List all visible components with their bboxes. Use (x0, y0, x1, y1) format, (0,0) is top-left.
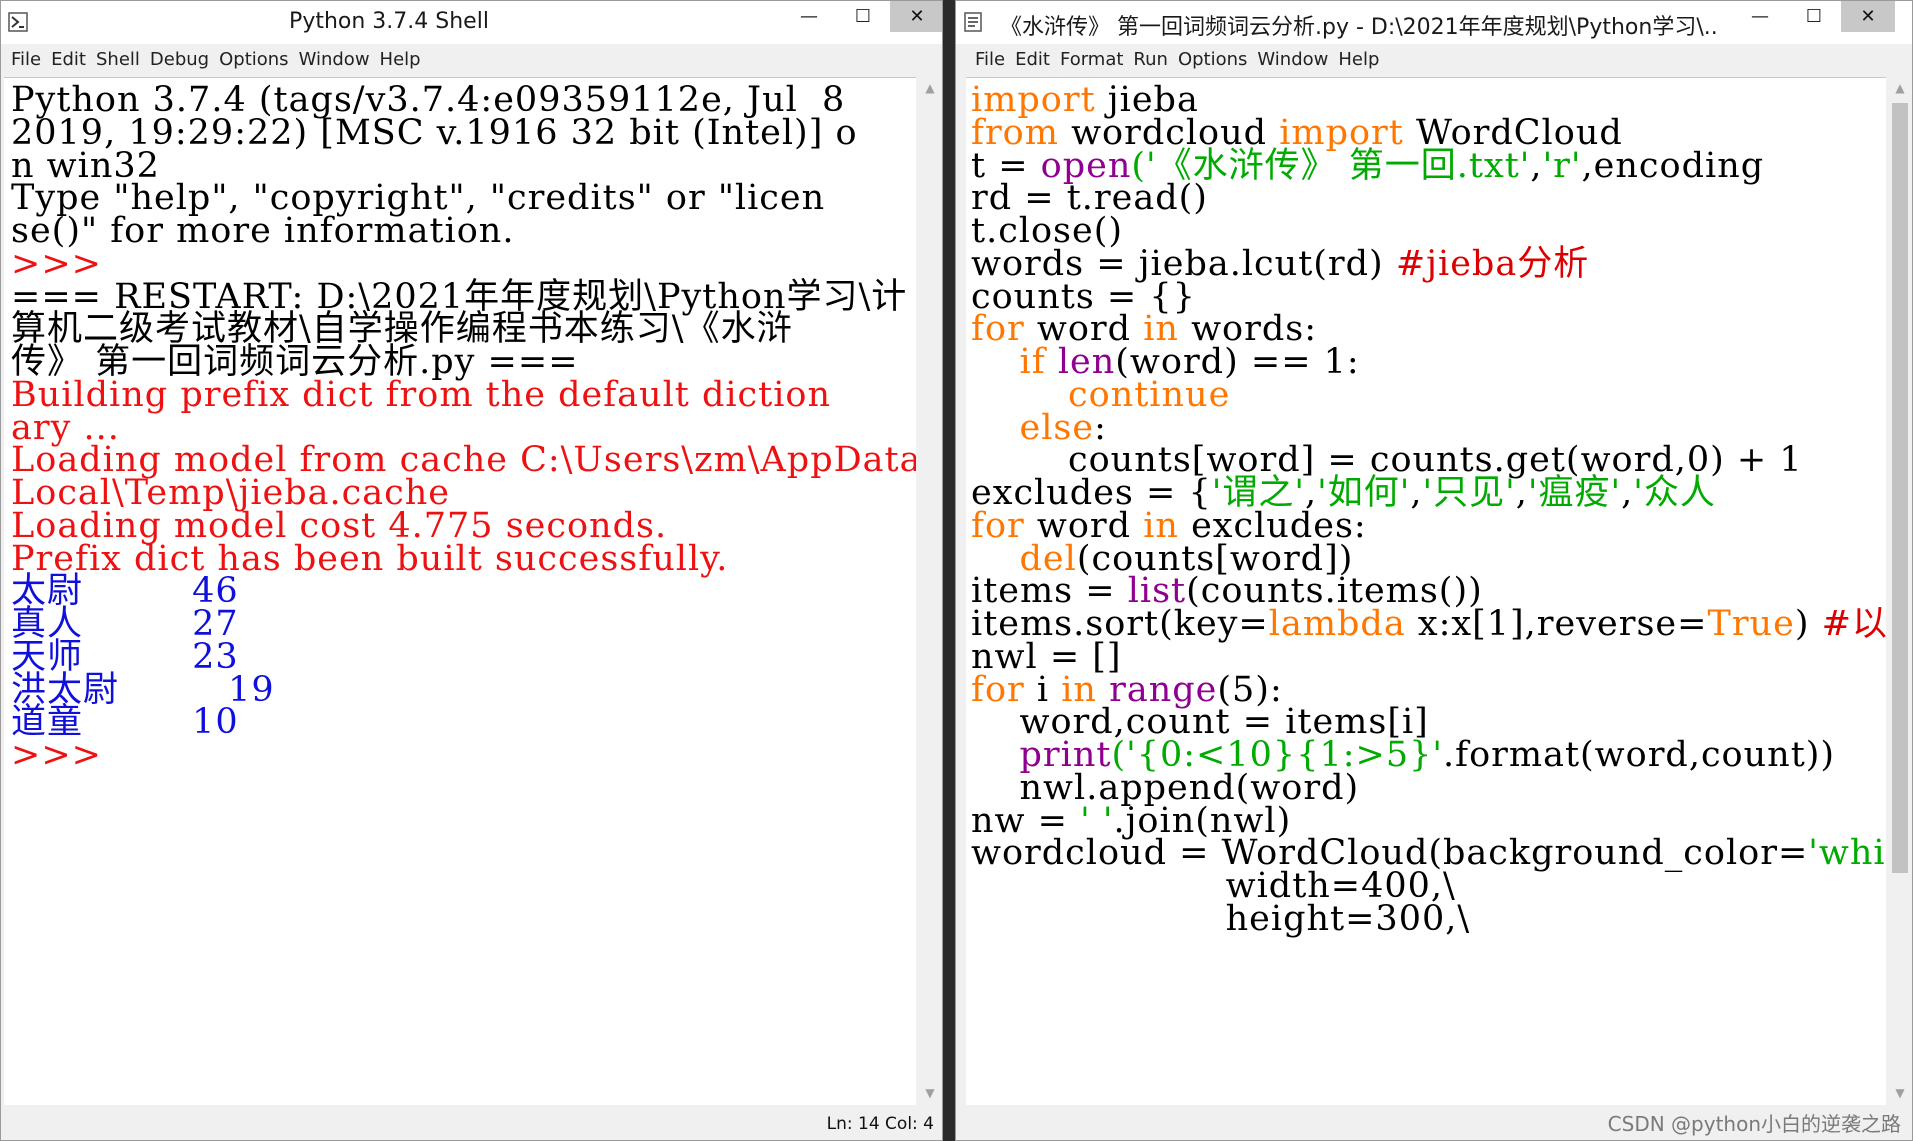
editor-titlebar[interactable]: 《水浒传》 第一回词频词云分析.py - D:\2021年年度规划\Python… (956, 1, 1912, 44)
python-file-icon (964, 12, 982, 32)
code-token: .format(word,count)) (1443, 735, 1836, 775)
code-token: ,encoding (1581, 145, 1765, 186)
shell-menubar: File Edit Shell Debug Options Window Help (1, 45, 942, 75)
editor-menu-help[interactable]: Help (1333, 45, 1384, 70)
shell-window-title: Python 3.7.4 Shell (289, 9, 489, 34)
editor-menu-window[interactable]: Window (1252, 45, 1333, 70)
editor-menu-options[interactable]: Options (1173, 45, 1252, 70)
shell-menu-debug[interactable]: Debug (145, 45, 214, 70)
code-token: height=300,\ (971, 898, 1471, 939)
shell-menu-file[interactable]: File (6, 45, 46, 70)
code-token: ) (1794, 604, 1822, 644)
close-button[interactable]: ✕ (890, 1, 942, 32)
editor-menubar: File Edit Format Run Options Window Help (956, 45, 1912, 75)
code-token: , (1530, 145, 1543, 186)
shell-menu-options[interactable]: Options (214, 45, 293, 70)
close-button[interactable]: ✕ (1841, 1, 1895, 32)
scroll-up-arrow-icon[interactable]: ▲ (1888, 81, 1912, 95)
minimize-button[interactable]: — (1733, 1, 1787, 32)
shell-menu-shell[interactable]: Shell (91, 45, 145, 70)
code-token: 'white (1808, 833, 1886, 874)
cursor-position: Ln: 14 Col: 4 (826, 1114, 934, 1134)
code-token: #jieba分析 (1395, 243, 1590, 284)
editor-menu-format[interactable]: Format (1055, 45, 1128, 70)
csdn-watermark: CSDN @python小白的逆袭之路 (1607, 1112, 1901, 1136)
code-editor-area[interactable]: import jieba from wordcloud import WordCl… (966, 77, 1886, 1105)
code-token: 'r' (1542, 145, 1582, 186)
editor-window-title: 《水浒传》 第一回词频词云分析.py - D:\2021年年度规划\Python… (1000, 15, 1720, 40)
scroll-down-arrow-icon[interactable]: ▼ (1888, 1086, 1912, 1100)
editor-scrollbar[interactable]: ▲ ▼ (1888, 77, 1912, 1104)
code-token: '众人 (1633, 473, 1716, 513)
code-token: , (1621, 473, 1634, 513)
code-token: '只见' (1422, 473, 1516, 513)
shell-output-area[interactable]: Python 3.7.4 (tags/v3.7.4:e09359112e, Ju… (4, 77, 916, 1105)
maximize-button[interactable]: ☐ (1787, 1, 1841, 32)
shell-menu-help[interactable]: Help (375, 45, 426, 70)
shell-statusbar: Ln: 14 Col: 4 (1, 1106, 942, 1140)
shell-output-line: Building prefix dict from the default di… (11, 374, 832, 415)
editor-menu-file[interactable]: File (970, 45, 1010, 70)
code-token: , (1515, 473, 1528, 513)
minimize-button[interactable]: — (782, 1, 836, 32)
shell-menu-window[interactable]: Window (294, 45, 375, 70)
code-token: True (1707, 604, 1795, 644)
editor-window: 《水浒传》 第一回词频词云分析.py - D:\2021年年度规划\Python… (955, 0, 1913, 1141)
code-token: x:x[1],reverse= (1405, 604, 1708, 644)
code-token: '瘟疫' (1527, 473, 1622, 513)
code-token: lambda (1268, 604, 1406, 644)
editor-menu-edit[interactable]: Edit (1010, 45, 1055, 70)
shell-titlebar[interactable]: Python 3.7.4 Shell — ☐ ✕ (1, 1, 942, 44)
code-token: , (1410, 473, 1423, 513)
shell-window: Python 3.7.4 Shell — ☐ ✕ File Edit Shell De… (0, 0, 943, 1141)
code-token: #以 (1821, 604, 1886, 644)
code-line: height=300,\ (971, 899, 1470, 939)
shell-scrollbar[interactable]: ▲ ▼ (918, 77, 942, 1104)
shell-menu-edit[interactable]: Edit (46, 45, 91, 70)
shell-prompt: >>> (11, 735, 102, 775)
scroll-up-arrow-icon[interactable]: ▲ (918, 81, 942, 95)
scroll-down-arrow-icon[interactable]: ▼ (918, 1086, 942, 1100)
maximize-button[interactable]: ☐ (836, 1, 890, 32)
scrollbar-thumb[interactable] (1892, 103, 1908, 873)
editor-menu-run[interactable]: Run (1128, 45, 1173, 70)
